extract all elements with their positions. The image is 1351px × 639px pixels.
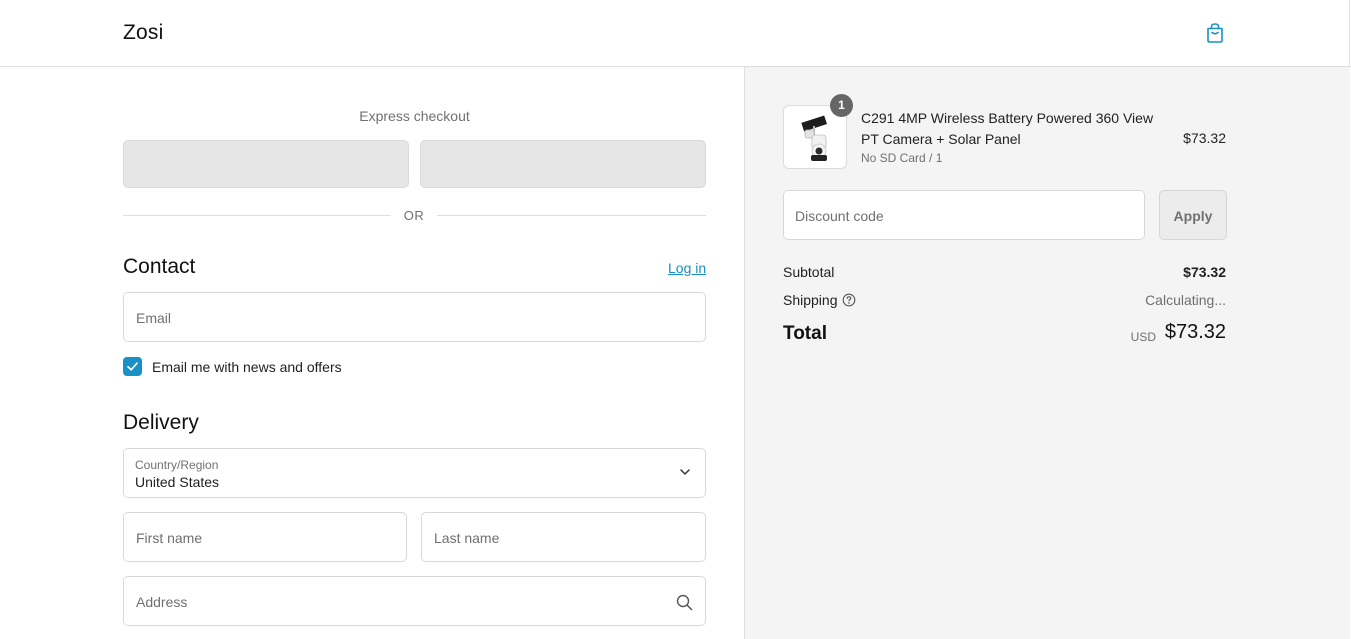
email-field[interactable]: Email — [123, 292, 706, 342]
divider-line-left — [123, 215, 391, 216]
shipping-label: Shipping — [783, 292, 838, 308]
last-name-field[interactable]: Last name — [421, 512, 706, 562]
first-name-field[interactable]: First name — [123, 512, 407, 562]
express-pay-button-2[interactable] — [420, 140, 706, 188]
divider-or-text: OR — [403, 208, 425, 223]
contact-heading: Contact — [123, 255, 196, 278]
total-value: $73.32 — [1164, 321, 1226, 343]
quantity-badge: 1 — [830, 94, 853, 117]
discount-placeholder: Discount code — [795, 208, 884, 224]
country-label: Country/Region — [135, 458, 219, 472]
product-variant: No SD Card / 1 — [861, 151, 943, 165]
checkmark-icon — [127, 362, 138, 371]
discount-code-field[interactable]: Discount code — [783, 190, 1145, 240]
express-pay-button-1[interactable] — [123, 140, 409, 188]
express-checkout-title: Express checkout — [359, 108, 470, 124]
first-name-placeholder: First name — [136, 530, 203, 546]
country-select[interactable]: Country/Region United States — [123, 448, 706, 498]
delivery-heading: Delivery — [123, 411, 199, 434]
search-icon — [676, 594, 693, 611]
address-placeholder: Address — [136, 594, 188, 610]
divider-line-right — [437, 215, 706, 216]
last-name-placeholder: Last name — [434, 530, 500, 546]
login-link[interactable]: Log in — [668, 260, 706, 276]
address-field[interactable]: Address — [123, 576, 706, 626]
header: Zosi — [0, 0, 1351, 67]
shopping-bag-icon[interactable] — [1203, 21, 1227, 45]
email-placeholder: Email — [136, 310, 172, 326]
help-circle-icon[interactable] — [842, 293, 856, 307]
product-price: $73.32 — [1183, 130, 1226, 146]
subtotal-value: $73.32 — [1183, 264, 1226, 280]
brand-logo[interactable]: Zosi — [123, 21, 163, 45]
subtotal-label: Subtotal — [783, 264, 835, 280]
newsletter-checkbox[interactable] — [123, 357, 142, 376]
shipping-value: Calculating... — [1145, 292, 1226, 308]
apply-discount-button[interactable]: Apply — [1159, 190, 1227, 240]
newsletter-label[interactable]: Email me with news and offers — [152, 359, 342, 375]
chevron-down-icon — [680, 469, 690, 475]
country-value: United States — [135, 474, 220, 490]
total-label: Total — [783, 323, 827, 344]
